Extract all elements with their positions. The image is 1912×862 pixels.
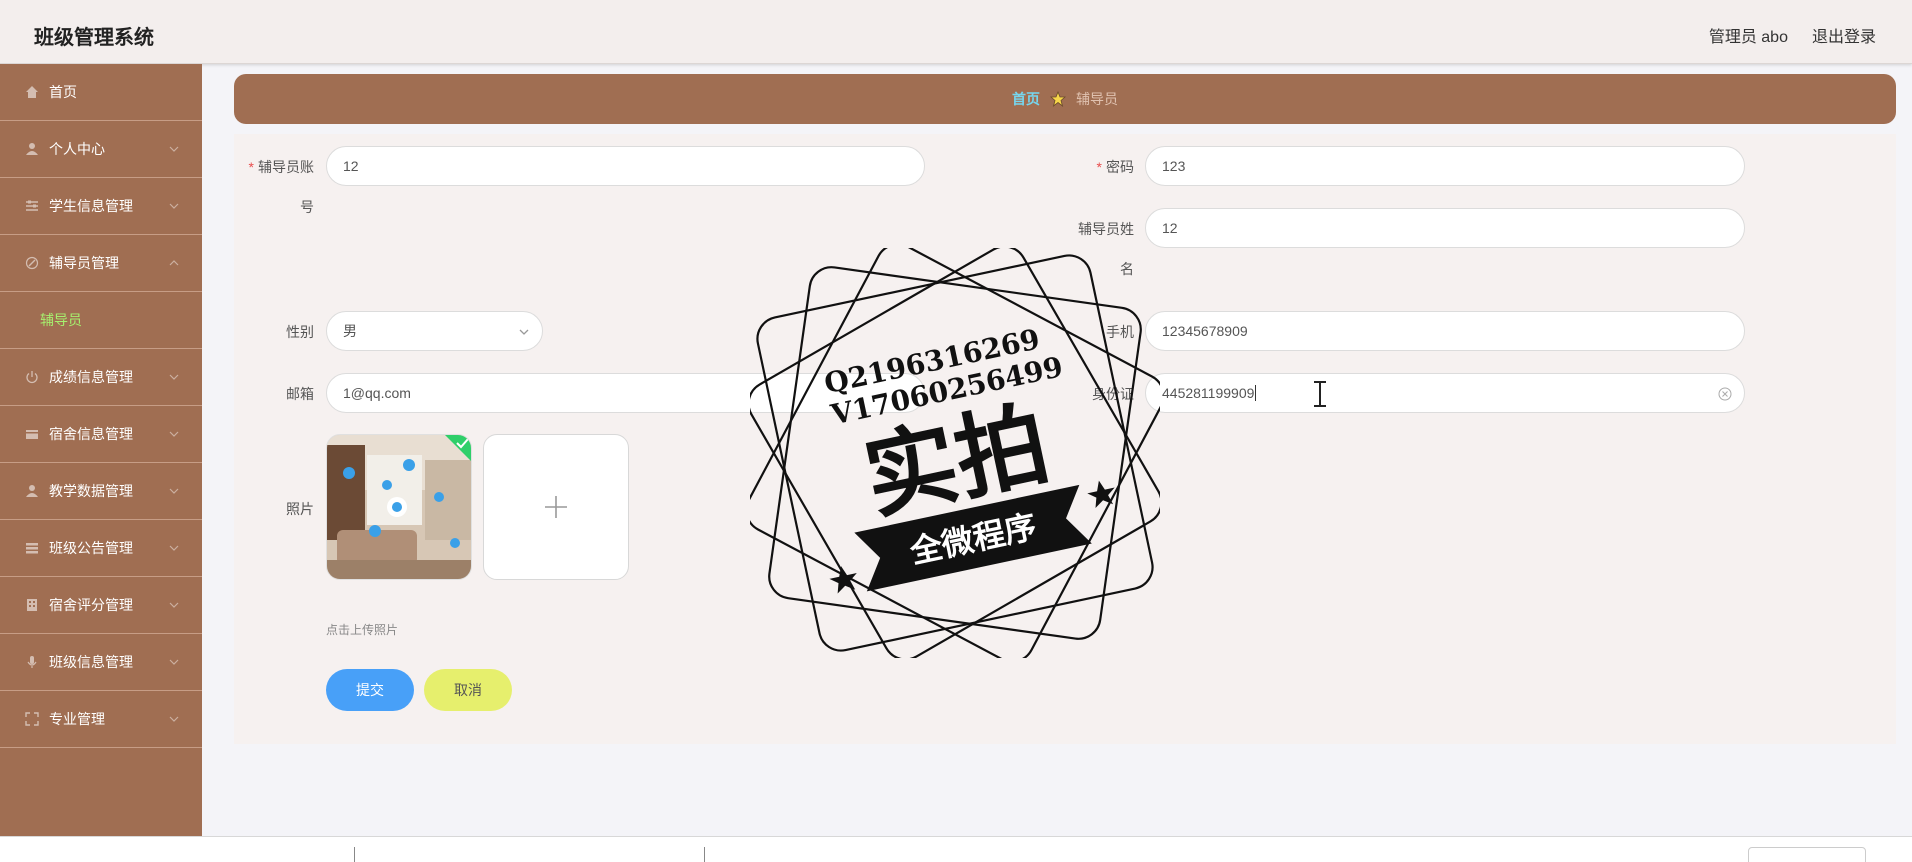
photo-label: 照片 <box>286 501 314 517</box>
phone-label: 手机 <box>1106 324 1134 340</box>
sidebar-item-teaching-data[interactable]: 教学数据管理 <box>0 463 202 520</box>
sidebar-item-dorm-info[interactable]: 宿舍信息管理 <box>0 406 202 463</box>
sidebar-item-student-info[interactable]: 学生信息管理 <box>0 178 202 235</box>
sidebar-item-label: 班级信息管理 <box>49 654 133 670</box>
sidebar-item-class-info[interactable]: 班级信息管理 <box>0 634 202 691</box>
name-label: 辅导员姓 <box>1078 221 1134 237</box>
sidebar-subitem-counselor[interactable]: 辅导员 <box>0 292 202 349</box>
password-label: * 密码 <box>1096 159 1134 175</box>
divider <box>354 847 355 862</box>
sidebar-item-label: 教学数据管理 <box>49 483 133 499</box>
email-label: 邮箱 <box>286 386 314 402</box>
star-icon <box>1050 91 1066 107</box>
user-icon <box>24 141 40 157</box>
upload-hint: 点击上传照片 <box>326 623 399 637</box>
sidebar-item-label: 班级公告管理 <box>49 540 133 556</box>
edit-icon <box>24 255 40 271</box>
gender-select-value: 男 <box>343 323 357 339</box>
gender-select[interactable]: 男 <box>326 311 543 351</box>
sidebar-item-label: 成绩信息管理 <box>49 369 133 385</box>
cancel-button[interactable]: 取消 <box>424 669 512 711</box>
breadcrumb-home[interactable]: 首页 <box>1012 89 1040 109</box>
user-icon <box>24 483 40 499</box>
sidebar-item-personal-center[interactable]: 个人中心 <box>0 121 202 178</box>
chevron-down-icon <box>169 374 179 380</box>
building-icon <box>24 597 40 613</box>
sidebar-item-grade-info[interactable]: 成绩信息管理 <box>0 349 202 406</box>
chevron-down-icon <box>169 716 179 722</box>
plus-icon <box>545 496 567 518</box>
chevron-down-icon <box>169 602 179 608</box>
logout-button[interactable]: 退出登录 <box>1812 23 1876 47</box>
bottom-bar <box>0 836 1912 862</box>
account-label: * 辅导员账 <box>248 159 314 175</box>
clear-icon[interactable] <box>1718 387 1732 401</box>
idcard-input-value: 445281199909 <box>1162 385 1255 401</box>
gender-label: 性别 <box>286 324 314 340</box>
sidebar-item-label: 专业管理 <box>49 711 105 727</box>
sidebar-item-home[interactable]: 首页 <box>0 64 202 121</box>
app-title: 班级管理系统 <box>34 27 154 49</box>
card-icon <box>24 426 40 442</box>
header-actions: 管理员 abo 退出登录 <box>1709 23 1876 47</box>
chevron-down-icon <box>169 431 179 437</box>
idcard-label: 身份证 <box>1092 386 1134 402</box>
bottom-input-box[interactable] <box>1748 847 1866 862</box>
admin-user-label[interactable]: 管理员 abo <box>1709 23 1788 47</box>
chevron-down-icon <box>169 146 179 152</box>
divider <box>704 847 705 862</box>
room-photo-image <box>327 435 471 579</box>
chevron-down-icon <box>169 203 179 209</box>
sidebar: 首页 个人中心 学生信息管理 辅导员管理 辅导员 成绩信息管理 宿舍信息管理 教… <box>0 64 202 836</box>
password-input[interactable]: 123 <box>1145 146 1745 186</box>
power-icon <box>24 369 40 385</box>
name-input[interactable]: 12 <box>1145 208 1745 248</box>
sidebar-item-major[interactable]: 专业管理 <box>0 691 202 748</box>
sliders-icon <box>24 198 40 214</box>
chevron-down-icon <box>169 488 179 494</box>
chevron-down-icon <box>169 545 179 551</box>
uploaded-photo-thumbnail[interactable] <box>326 434 472 580</box>
add-photo-button[interactable] <box>483 434 629 580</box>
name-label-wrap: 名 <box>1120 261 1134 277</box>
sidebar-item-label: 个人中心 <box>49 141 105 157</box>
chevron-down-icon <box>519 329 529 335</box>
sidebar-item-label: 首页 <box>49 84 77 100</box>
chevron-down-icon <box>169 659 179 665</box>
home-icon <box>24 84 40 100</box>
breadcrumb: 首页 辅导员 <box>234 74 1896 124</box>
list-icon <box>24 540 40 556</box>
sidebar-item-dorm-rating[interactable]: 宿舍评分管理 <box>0 577 202 634</box>
account-label-wrap: 号 <box>300 199 314 215</box>
chevron-up-icon <box>169 260 179 266</box>
sidebar-item-label: 学生信息管理 <box>49 198 133 214</box>
top-header: 班级管理系统 管理员 abo 退出登录 <box>0 0 1912 64</box>
mic-icon <box>24 654 40 670</box>
breadcrumb-current: 辅导员 <box>1076 91 1118 107</box>
idcard-input[interactable]: 445281199909 <box>1145 373 1745 413</box>
fullscreen-icon <box>24 711 40 727</box>
sidebar-item-label: 宿舍信息管理 <box>49 426 133 442</box>
phone-input[interactable]: 12345678909 <box>1145 311 1745 351</box>
submit-button[interactable]: 提交 <box>326 669 414 711</box>
text-cursor-icon <box>1314 381 1326 407</box>
account-input[interactable]: 12 <box>326 146 925 186</box>
email-input[interactable]: 1@qq.com <box>326 373 925 413</box>
sidebar-item-counselor-management[interactable]: 辅导员管理 <box>0 235 202 292</box>
sidebar-item-class-notice[interactable]: 班级公告管理 <box>0 520 202 577</box>
text-caret <box>1255 385 1257 401</box>
sidebar-item-label: 辅导员管理 <box>49 255 119 271</box>
sidebar-item-label: 宿舍评分管理 <box>49 597 133 613</box>
